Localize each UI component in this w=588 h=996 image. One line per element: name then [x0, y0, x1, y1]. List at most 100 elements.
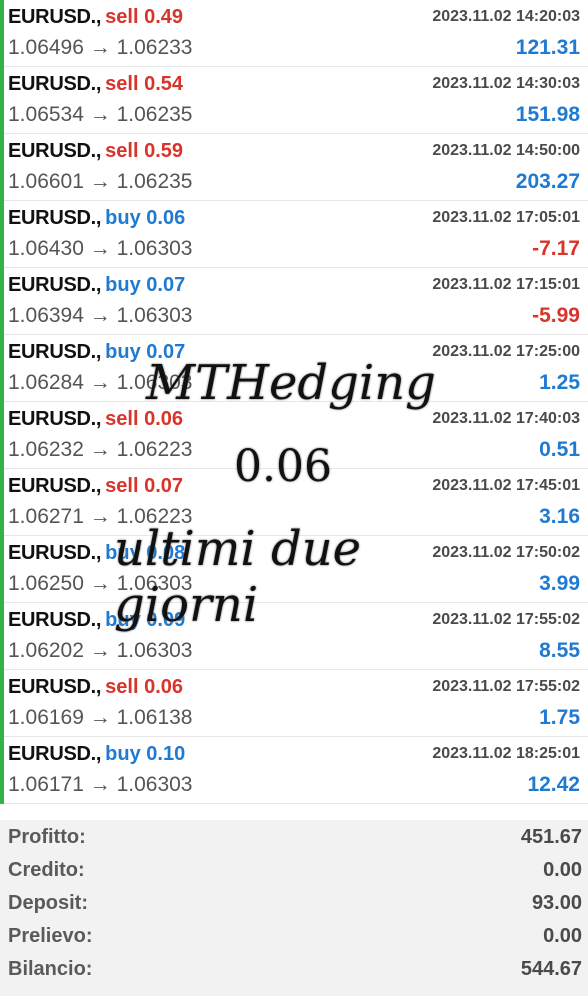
- trade-side-label: buy: [105, 341, 141, 363]
- trade-row[interactable]: EURUSD., sell 0.07 2023.11.02 17:45:01 1.…: [0, 469, 588, 536]
- trade-side-label: buy: [105, 542, 141, 564]
- trade-symbol: EURUSD.,: [8, 609, 102, 631]
- trade-lots: 0.06: [144, 676, 184, 698]
- trade-lots: 0.09: [146, 609, 186, 631]
- summary-value: 0.00: [543, 925, 582, 947]
- trade-row[interactable]: EURUSD., sell 0.06 2023.11.02 17:40:03 1.…: [0, 402, 588, 469]
- trade-side: buy 0.06: [105, 207, 185, 229]
- trade-symbol: EURUSD.,: [8, 73, 102, 95]
- trade-lots: 0.54: [144, 73, 184, 95]
- trade-details: 1.06250 → 1.06303 3.99: [8, 572, 580, 598]
- trade-profit: 8.55: [539, 639, 580, 662]
- trade-lots: 0.06: [146, 207, 186, 229]
- trade-time: 2023.11.02 17:05:01: [432, 209, 580, 226]
- trade-header: EURUSD., buy 0.07 2023.11.02 17:15:01: [8, 274, 580, 300]
- trade-row[interactable]: EURUSD., buy 0.06 2023.11.02 17:05:01 1.0…: [0, 201, 588, 268]
- trade-symbol: EURUSD.,: [8, 274, 102, 296]
- trade-profit: 3.99: [539, 572, 580, 595]
- trade-details: 1.06232 → 1.06223 0.51: [8, 438, 580, 464]
- trade-symbol: EURUSD.,: [8, 676, 102, 698]
- trade-symbol: EURUSD.,: [8, 6, 102, 28]
- trade-profit: 12.42: [527, 773, 580, 796]
- summary-row: Prelievo: 0.00: [0, 919, 588, 952]
- trade-side: sell 0.54: [105, 73, 183, 95]
- summary-label: Credito:: [8, 859, 85, 881]
- trade-row[interactable]: EURUSD., buy 0.10 2023.11.02 18:25:01 1.0…: [0, 737, 588, 804]
- trade-side: sell 0.49: [105, 6, 183, 28]
- trade-time: 2023.11.02 18:25:01: [432, 745, 580, 762]
- summary-label: Bilancio:: [8, 958, 93, 980]
- trade-symbol: EURUSD.,: [8, 408, 102, 430]
- trade-lots: 0.10: [146, 743, 186, 765]
- trade-time: 2023.11.02 17:45:01: [432, 477, 580, 494]
- trade-side-label: sell: [105, 140, 139, 162]
- trade-profit: 203.27: [515, 170, 580, 193]
- trade-lots: 0.07: [146, 341, 186, 363]
- trade-details: 1.06430 → 1.06303 -7.17: [8, 237, 580, 263]
- trade-side: buy 0.08: [105, 542, 185, 564]
- trade-details: 1.06169 → 1.06138 1.75: [8, 706, 580, 732]
- trade-row[interactable]: EURUSD., buy 0.07 2023.11.02 17:25:00 1.0…: [0, 335, 588, 402]
- trade-lots: 0.07: [144, 475, 184, 497]
- trade-profit: -5.99: [532, 304, 580, 327]
- summary-row: Bilancio: 544.67: [0, 952, 588, 985]
- trade-row[interactable]: EURUSD., buy 0.09 2023.11.02 17:55:02 1.0…: [0, 603, 588, 670]
- trade-side-label: buy: [105, 609, 141, 631]
- trade-row[interactable]: EURUSD., buy 0.07 2023.11.02 17:15:01 1.0…: [0, 268, 588, 335]
- summary-row: Deposit: 93.00: [0, 886, 588, 919]
- trade-history-list: EURUSD., sell 0.49 2023.11.02 14:20:03 1.…: [0, 0, 588, 804]
- trade-prices: 1.06202 → 1.06303: [8, 639, 193, 662]
- trade-symbol: EURUSD.,: [8, 140, 102, 162]
- trade-row[interactable]: EURUSD., sell 0.54 2023.11.02 14:30:03 1.…: [0, 67, 588, 134]
- trade-symbol: EURUSD.,: [8, 743, 102, 765]
- trade-header: EURUSD., sell 0.59 2023.11.02 14:50:00: [8, 140, 580, 166]
- trade-time: 2023.11.02 14:30:03: [432, 75, 580, 92]
- summary-label: Profitto:: [8, 826, 86, 848]
- trade-time: 2023.11.02 17:40:03: [432, 410, 580, 427]
- summary-row: Credito: 0.00: [0, 853, 588, 886]
- trade-lots: 0.59: [144, 140, 184, 162]
- trade-header: EURUSD., sell 0.49 2023.11.02 14:20:03: [8, 6, 580, 32]
- trade-profit: -7.17: [532, 237, 580, 260]
- trade-side-label: sell: [105, 408, 139, 430]
- trade-header: EURUSD., buy 0.09 2023.11.02 17:55:02: [8, 609, 580, 635]
- trade-header: EURUSD., sell 0.54 2023.11.02 14:30:03: [8, 73, 580, 99]
- trade-time: 2023.11.02 14:20:03: [432, 8, 580, 25]
- trade-side-label: sell: [105, 676, 139, 698]
- trade-header: EURUSD., sell 0.06 2023.11.02 17:40:03: [8, 408, 580, 434]
- trade-profit: 121.31: [515, 36, 580, 59]
- trade-row[interactable]: EURUSD., sell 0.59 2023.11.02 14:50:00 1.…: [0, 134, 588, 201]
- trade-header: EURUSD., buy 0.06 2023.11.02 17:05:01: [8, 207, 580, 233]
- trade-row[interactable]: EURUSD., buy 0.08 2023.11.02 17:50:02 1.0…: [0, 536, 588, 603]
- trade-prices: 1.06250 → 1.06303: [8, 572, 193, 595]
- trade-prices: 1.06394 → 1.06303: [8, 304, 193, 327]
- trade-details: 1.06284 → 1.06303 1.25: [8, 371, 580, 397]
- trade-side-label: sell: [105, 6, 139, 28]
- trade-time: 2023.11.02 17:55:02: [432, 611, 580, 628]
- trade-details: 1.06171 → 1.06303 12.42: [8, 773, 580, 799]
- summary-label: Prelievo:: [8, 925, 93, 947]
- history-screen: EURUSD., sell 0.49 2023.11.02 14:20:03 1.…: [0, 0, 588, 996]
- trade-lots: 0.49: [144, 6, 184, 28]
- trade-header: EURUSD., sell 0.06 2023.11.02 17:55:02: [8, 676, 580, 702]
- trade-row[interactable]: EURUSD., sell 0.49 2023.11.02 14:20:03 1.…: [0, 0, 588, 67]
- trade-symbol: EURUSD.,: [8, 475, 102, 497]
- trade-side-label: buy: [105, 274, 141, 296]
- summary-label: Deposit:: [8, 892, 88, 914]
- summary-value: 93.00: [531, 892, 582, 914]
- trade-time: 2023.11.02 17:50:02: [432, 544, 580, 561]
- trade-side: sell 0.06: [105, 408, 183, 430]
- summary-value: 0.00: [543, 859, 582, 881]
- trade-time: 2023.11.02 17:55:02: [432, 678, 580, 695]
- trade-row[interactable]: EURUSD., sell 0.06 2023.11.02 17:55:02 1.…: [0, 670, 588, 737]
- trade-header: EURUSD., buy 0.10 2023.11.02 18:25:01: [8, 743, 580, 769]
- trade-prices: 1.06430 → 1.06303: [8, 237, 193, 260]
- trade-details: 1.06534 → 1.06235 151.98: [8, 103, 580, 129]
- trade-details: 1.06271 → 1.06223 3.16: [8, 505, 580, 531]
- trade-lots: 0.07: [146, 274, 186, 296]
- trade-side: sell 0.06: [105, 676, 183, 698]
- trade-side: buy 0.07: [105, 341, 185, 363]
- trade-time: 2023.11.02 17:15:01: [432, 276, 580, 293]
- trade-profit: 1.25: [539, 371, 580, 394]
- trade-prices: 1.06232 → 1.06223: [8, 438, 193, 461]
